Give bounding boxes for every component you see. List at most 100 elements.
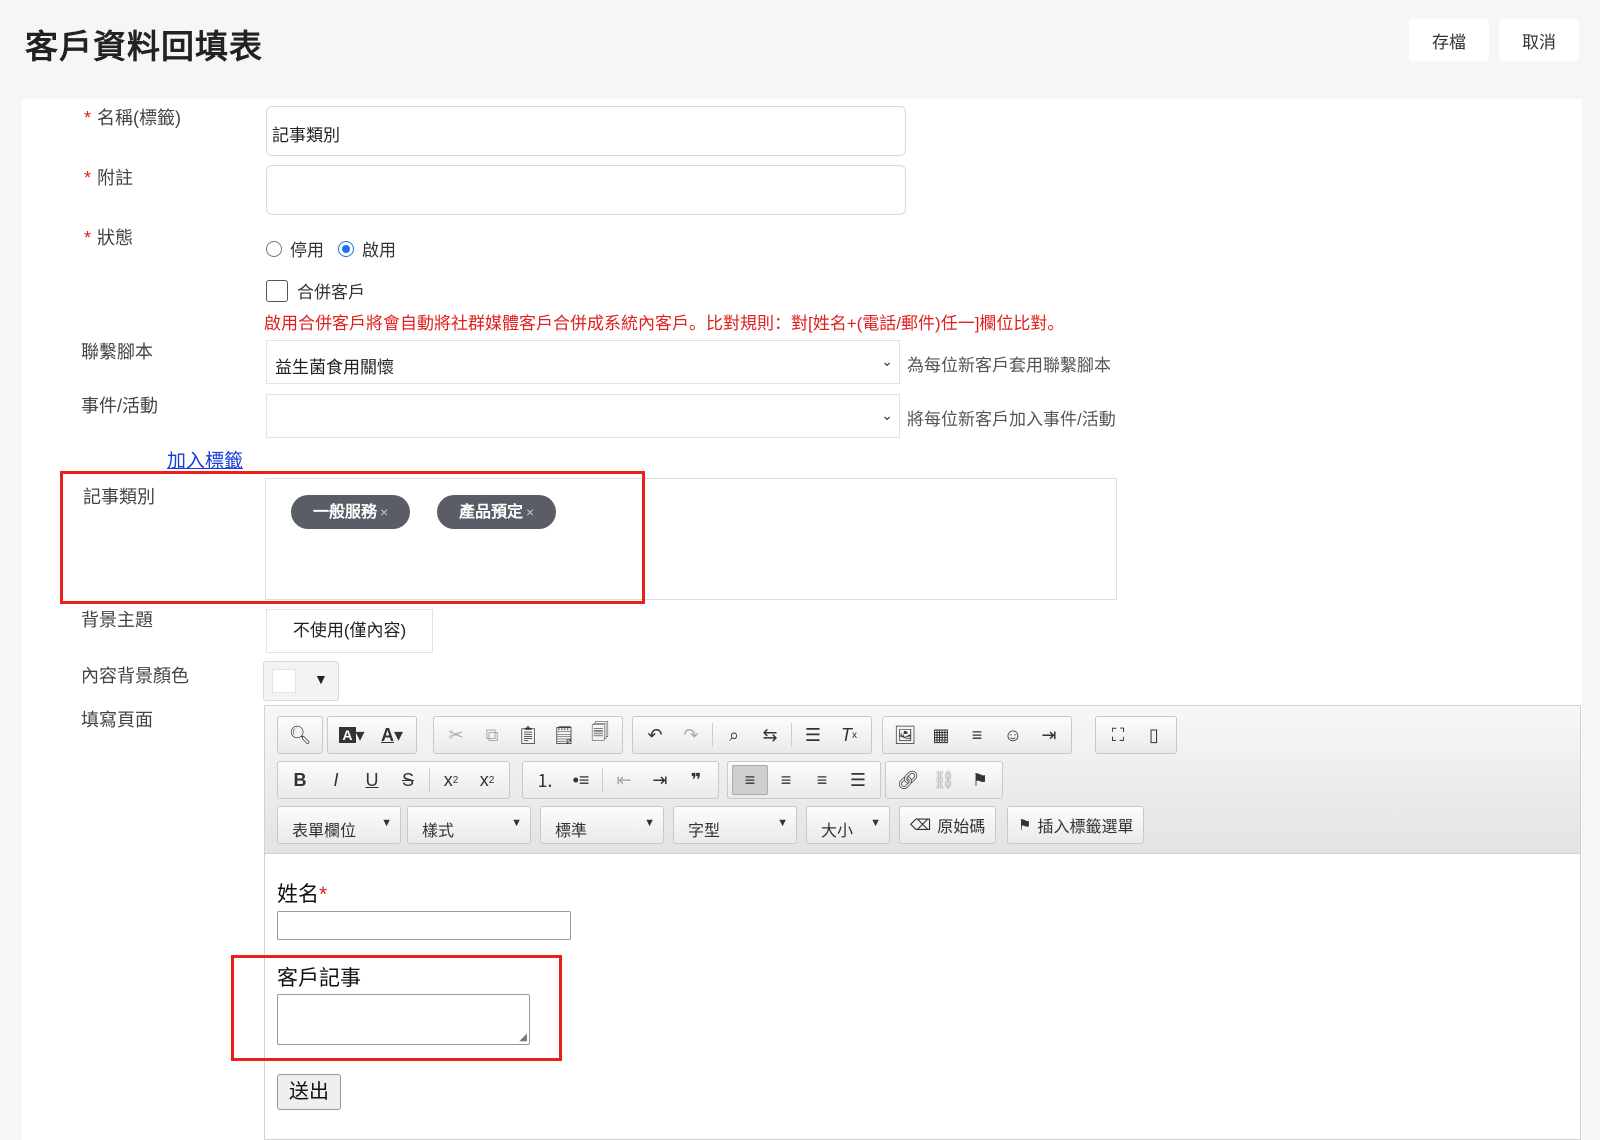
merge-customer-checkbox[interactable] <box>266 279 288 302</box>
status-enabled-radio[interactable] <box>338 240 354 257</box>
format-combo[interactable]: 標準 ▼ <box>540 806 664 844</box>
toolbar-group-edit: ↶ ↷ ⌕ ⇆ ☰ Tx <box>632 716 872 754</box>
cut-icon[interactable]: ✂ <box>438 720 474 750</box>
toolbar-group-insert: 🖼︎ ▦ ≡ ☺ ⇥ <box>882 716 1072 754</box>
triangle-down-icon: ▼ <box>777 817 788 829</box>
paste-icon[interactable]: 📋︎ <box>510 720 546 750</box>
source-code-icon: ⌫ <box>910 817 932 834</box>
table-icon[interactable]: ▦ <box>923 720 959 750</box>
fill-page-label: 填寫頁面 <box>81 710 153 730</box>
align-justify-icon[interactable]: ☰ <box>840 765 876 795</box>
triangle-down-icon: ▼ <box>381 817 392 829</box>
highlight-frame <box>231 955 562 1061</box>
blockquote-icon[interactable]: ❞ <box>678 765 714 795</box>
image-icon[interactable]: 🖼︎ <box>887 720 923 750</box>
editor-toolbar: 🔍︎ A ▾ A ▾ ✂ ⧉ 📋︎ 🗒︎ 🗐︎ ↶ ↷ ⌕ ⇆ ☰ Tx 🖼︎ ▦ … <box>265 706 1580 854</box>
outdent-icon[interactable]: ⇤ <box>606 765 642 795</box>
undo-icon[interactable]: ↶ <box>637 720 673 750</box>
required-mark: * <box>84 108 92 128</box>
preview-icon[interactable]: 🔍︎ <box>282 720 318 750</box>
show-blocks-icon[interactable]: ▯ <box>1136 720 1172 750</box>
toolbar-separator <box>429 768 430 792</box>
toolbar-group-preview: 🔍︎ <box>277 716 323 754</box>
redo-icon[interactable]: ↷ <box>673 720 709 750</box>
merge-customer-row: 合併客戶 <box>266 278 365 303</box>
note-input[interactable] <box>266 165 906 215</box>
align-left-icon[interactable]: ≡ <box>732 765 768 795</box>
find-icon[interactable]: ⌕ <box>716 720 752 750</box>
add-tag-link[interactable]: 加入標籤 <box>167 446 243 473</box>
name-input[interactable]: 記事類別 <box>266 106 906 156</box>
toolbar-separator <box>791 723 792 747</box>
paste-text-icon[interactable]: 🗒︎ <box>546 720 582 750</box>
size-combo[interactable]: 大小 ▼ <box>806 806 890 844</box>
smiley-icon[interactable]: ☺ <box>995 720 1031 750</box>
link-icon[interactable]: 🔗︎ <box>890 765 926 795</box>
cancel-button[interactable]: 取消 <box>1499 19 1579 61</box>
strikethrough-icon[interactable]: S <box>390 765 426 795</box>
bg-color-picker[interactable]: ▼ <box>263 661 339 701</box>
bold-icon[interactable]: B <box>282 765 318 795</box>
highlight-frame <box>60 471 645 604</box>
content-name-input[interactable] <box>277 911 571 940</box>
underline-icon[interactable]: U <box>354 765 390 795</box>
submit-button[interactable]: 送出 <box>277 1074 341 1110</box>
name-label: * 名稱(標籤) <box>84 108 182 128</box>
page-break-icon[interactable]: ⇥ <box>1031 720 1067 750</box>
script-label: 聯繫腳本 <box>81 342 153 362</box>
chevron-down-icon: ⌄ <box>881 407 893 423</box>
anchor-flag-icon[interactable]: ⚑ <box>962 765 998 795</box>
tag-icon: ⚑ <box>1018 817 1032 834</box>
toolbar-group-view: ⛶ ▯ <box>1095 716 1177 754</box>
script-select-value: 益生菌食用關懷 <box>275 358 394 377</box>
script-hint: 為每位新客戶套用聯繫腳本 <box>907 356 1111 375</box>
indent-icon[interactable]: ⇥ <box>642 765 678 795</box>
status-disabled-radio[interactable] <box>266 240 282 257</box>
subscript-icon[interactable]: x2 <box>433 765 469 795</box>
bulleted-list-icon[interactable]: •≡ <box>563 765 599 795</box>
copy-icon[interactable]: ⧉ <box>474 720 510 750</box>
paste-word-icon[interactable]: 🗐︎ <box>582 720 618 750</box>
unlink-icon[interactable]: ⛓ <box>926 765 962 795</box>
form-field-combo[interactable]: 表單欄位 ▼ <box>277 806 401 844</box>
status-enabled-label: 啟用 <box>362 241 396 260</box>
maximize-icon[interactable]: ⛶ <box>1100 720 1136 750</box>
script-select[interactable]: 益生菌食用關懷 ⌄ <box>266 340 900 384</box>
color-swatch <box>272 669 296 693</box>
theme-select-button[interactable]: 不使用(僅內容) <box>266 609 433 653</box>
theme-label: 背景主題 <box>81 610 153 630</box>
horizontal-line-icon[interactable]: ≡ <box>959 720 995 750</box>
triangle-down-icon: ▼ <box>870 817 881 829</box>
replace-icon[interactable]: ⇆ <box>752 720 788 750</box>
italic-icon[interactable]: I <box>318 765 354 795</box>
toolbar-group-paragraph: ⒈ •≡ ⇤ ⇥ ❞ <box>522 761 719 799</box>
event-select[interactable]: ⌄ <box>266 394 900 438</box>
source-button[interactable]: ⌫ 原始碼 <box>899 806 997 844</box>
toolbar-group-align: ≡ ≡ ≡ ☰ <box>727 761 881 799</box>
toolbar-group-colors: A ▾ A ▾ <box>327 716 417 754</box>
merge-customer-label: 合併客戶 <box>297 283 365 302</box>
remove-format-icon[interactable]: Tx <box>831 720 867 750</box>
save-button[interactable]: 存檔 <box>1409 19 1489 61</box>
event-label: 事件/活動 <box>81 396 159 416</box>
rich-text-editor: 🔍︎ A ▾ A ▾ ✂ ⧉ 📋︎ 🗒︎ 🗐︎ ↶ ↷ ⌕ ⇆ ☰ Tx 🖼︎ ▦ … <box>264 705 1581 1140</box>
select-all-icon[interactable]: ☰ <box>795 720 831 750</box>
status-label: * 狀態 <box>84 228 134 248</box>
toolbar-group-clipboard: ✂ ⧉ 📋︎ 🗒︎ 🗐︎ <box>433 716 623 754</box>
bg-color-label: 內容背景顏色 <box>81 666 189 686</box>
superscript-icon[interactable]: x2 <box>469 765 505 795</box>
align-center-icon[interactable]: ≡ <box>768 765 804 795</box>
merge-rule-note: 啟用合併客戶將會自動將社群媒體客戶合併成系統內客戶。比對規則：對[姓名+(電話/… <box>264 314 1065 333</box>
required-mark: * <box>84 228 92 248</box>
align-right-icon[interactable]: ≡ <box>804 765 840 795</box>
insert-tag-menu-button[interactable]: ⚑ 插入標籤選單 <box>1007 806 1145 844</box>
bg-color-icon[interactable]: A ▾ <box>332 720 372 750</box>
style-combo[interactable]: 樣式 ▼ <box>407 806 531 844</box>
chevron-down-icon: ⌄ <box>881 353 893 369</box>
toolbar-group-links: 🔗︎ ⛓ ⚑ <box>885 761 1003 799</box>
numbered-list-icon[interactable]: ⒈ <box>527 765 563 795</box>
content-name-label: 姓名* <box>277 883 328 906</box>
text-color-icon[interactable]: A ▾ <box>372 720 412 750</box>
font-combo[interactable]: 字型 ▼ <box>673 806 797 844</box>
page-header: 客戶資料回填表 存檔 取消 <box>0 0 1600 100</box>
